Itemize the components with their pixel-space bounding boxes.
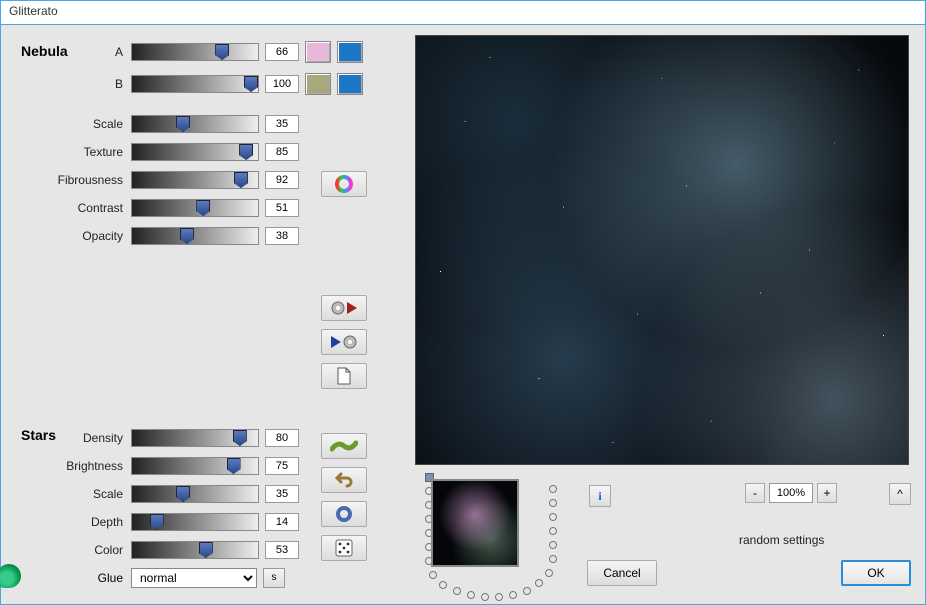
disc-icon xyxy=(343,335,357,349)
play-disc-button[interactable] xyxy=(321,329,367,355)
zoom-value[interactable]: 100% xyxy=(769,483,813,503)
nebula-contrast-slider[interactable] xyxy=(131,199,259,217)
nebula-opacity-value[interactable]: 38 xyxy=(265,227,299,245)
nebula-fibrousness-slider[interactable] xyxy=(131,171,259,189)
new-file-button[interactable] xyxy=(321,363,367,389)
nebula-a-value[interactable]: 66 xyxy=(265,43,299,61)
stars-color-slider[interactable] xyxy=(131,541,259,559)
stars-color-value[interactable]: 53 xyxy=(265,541,299,559)
stars-density-slider[interactable] xyxy=(131,429,259,447)
dice-button[interactable] xyxy=(321,535,367,561)
stars-brightness-value[interactable]: 75 xyxy=(265,457,299,475)
stars-scale-slider[interactable] xyxy=(131,485,259,503)
undo-button[interactable] xyxy=(321,467,367,493)
undo-icon xyxy=(335,472,353,488)
file-icon xyxy=(336,367,352,385)
zoom-in-button[interactable]: + xyxy=(817,483,837,503)
cancel-button[interactable]: Cancel xyxy=(587,560,657,586)
dice-icon xyxy=(335,539,353,557)
stars-scale-value[interactable]: 35 xyxy=(265,485,299,503)
fire-icon xyxy=(0,564,21,588)
nebula-scale-value[interactable]: 35 xyxy=(265,115,299,133)
glue-select[interactable]: normal xyxy=(131,568,257,588)
play-icon xyxy=(347,302,357,314)
info-button[interactable]: i xyxy=(589,485,611,507)
stars-depth-label: Depth xyxy=(21,515,131,529)
nebula-a-swatch1[interactable] xyxy=(305,41,331,63)
nebula-a-label: A xyxy=(21,45,131,59)
wave-button[interactable] xyxy=(321,433,367,459)
wave-icon xyxy=(330,439,358,453)
play-icon xyxy=(331,336,341,348)
titlebar: Glitterato xyxy=(1,1,925,25)
nebula-contrast-value[interactable]: 51 xyxy=(265,199,299,217)
nebula-texture-label: Texture xyxy=(21,145,131,159)
stars-color-label: Color xyxy=(21,543,131,557)
nebula-opacity-label: Opacity xyxy=(21,229,131,243)
nebula-b-slider[interactable] xyxy=(131,75,259,93)
nebula-contrast-label: Contrast xyxy=(21,201,131,215)
disc-play-button[interactable] xyxy=(321,295,367,321)
stars-depth-slider[interactable] xyxy=(131,513,259,531)
nebula-texture-slider[interactable] xyxy=(131,143,259,161)
color-button[interactable] xyxy=(321,171,367,197)
random-settings-label: random settings xyxy=(739,533,824,547)
stars-brightness-slider[interactable] xyxy=(131,457,259,475)
nebula-opacity-slider[interactable] xyxy=(131,227,259,245)
nebula-a-slider[interactable] xyxy=(131,43,259,61)
stars-scale-label: Scale xyxy=(21,487,131,501)
zoom-out-button[interactable]: - xyxy=(745,483,765,503)
nebula-scale-slider[interactable] xyxy=(131,115,259,133)
s-button[interactable]: s xyxy=(263,568,285,588)
ring-button[interactable] xyxy=(321,501,367,527)
nebula-b-label: B xyxy=(21,77,131,91)
glue-label: Glue xyxy=(21,571,131,585)
ring-icon xyxy=(336,506,352,522)
disc-icon xyxy=(331,301,345,315)
nebula-b-swatch1[interactable] xyxy=(305,73,331,95)
nebula-fibrousness-label: Fibrousness xyxy=(21,173,131,187)
stars-brightness-label: Brightness xyxy=(21,459,131,473)
nebula-texture-value[interactable]: 85 xyxy=(265,143,299,161)
stars-header: Stars xyxy=(21,427,56,443)
stars-depth-value[interactable]: 14 xyxy=(265,513,299,531)
nebula-b-value[interactable]: 100 xyxy=(265,75,299,93)
ok-button[interactable]: OK xyxy=(841,560,911,586)
nebula-scale-label: Scale xyxy=(21,117,131,131)
nebula-a-swatch2[interactable] xyxy=(337,41,363,63)
nebula-b-swatch2[interactable] xyxy=(337,73,363,95)
thumbnail-preview[interactable] xyxy=(431,479,519,567)
window-title: Glitterato xyxy=(9,4,58,18)
preview-canvas[interactable] xyxy=(415,35,909,465)
caret-button[interactable]: ^ xyxy=(889,483,911,505)
stars-density-value[interactable]: 80 xyxy=(265,429,299,447)
nebula-fibrousness-value[interactable]: 92 xyxy=(265,171,299,189)
